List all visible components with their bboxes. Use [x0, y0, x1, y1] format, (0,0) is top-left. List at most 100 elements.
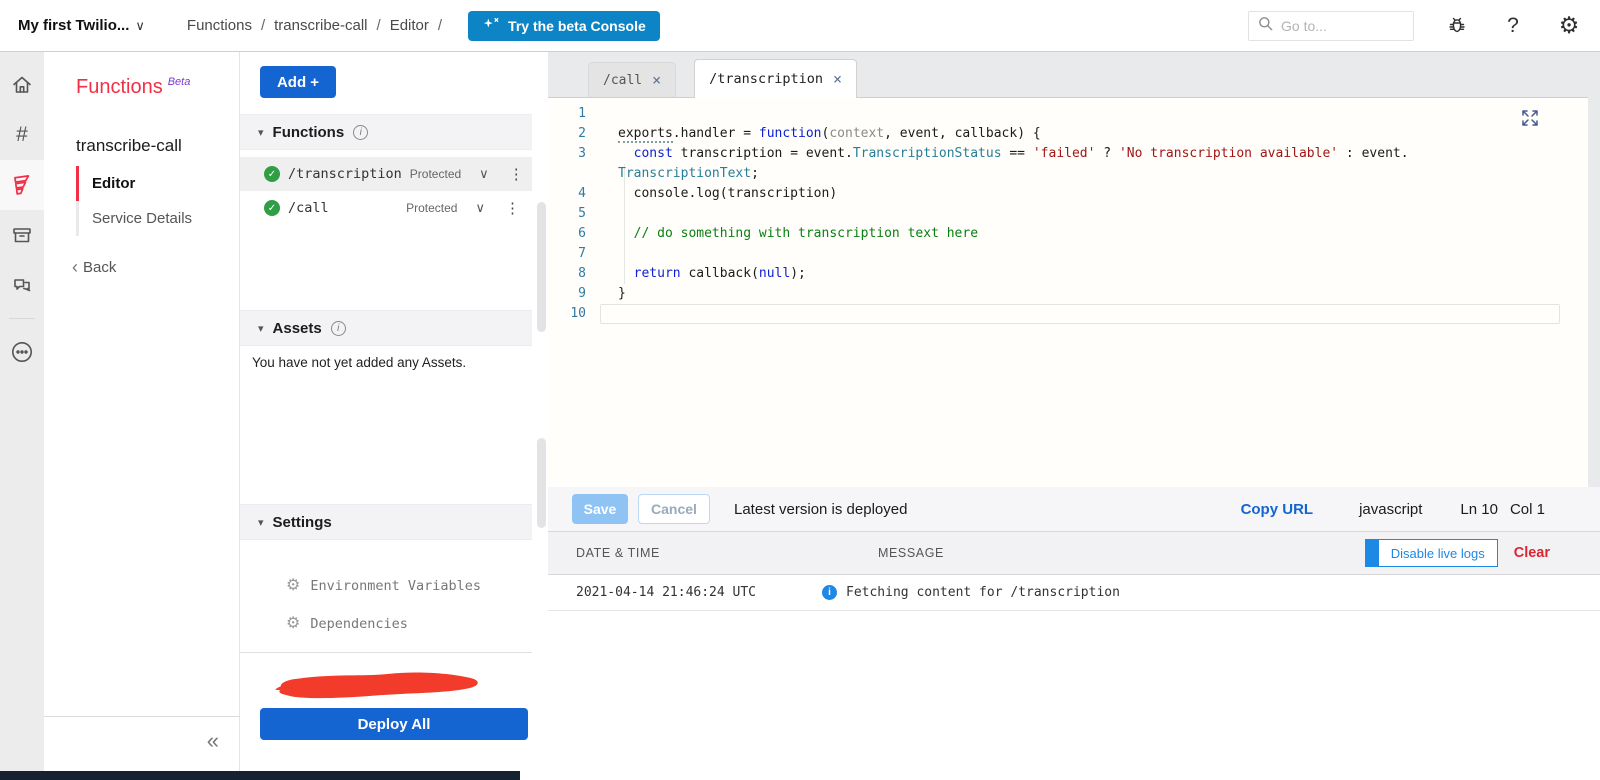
line-content[interactable]: // do something with transcription text … — [600, 224, 1560, 244]
phone-numbers-icon[interactable]: # — [0, 110, 44, 160]
conversations-icon[interactable] — [0, 260, 44, 310]
breadcrumb-item[interactable]: Editor — [390, 17, 429, 34]
home-icon[interactable] — [0, 60, 44, 110]
help-icon[interactable]: ? — [1500, 13, 1526, 39]
code-token: , event, callback) { — [884, 126, 1041, 141]
triangle-down-icon: ▾ — [258, 126, 264, 139]
chevron-down-icon[interactable]: ∨ — [479, 166, 489, 182]
add-button[interactable]: Add + — [260, 66, 336, 98]
code-token: ; — [751, 166, 759, 181]
settings-section-header[interactable]: ▾ Settings — [240, 504, 532, 540]
close-icon[interactable]: × — [833, 70, 842, 88]
breadcrumb-separator: / — [376, 17, 381, 34]
editor-tab[interactable]: /transcription × — [694, 59, 857, 98]
goto-search-input[interactable] — [1281, 17, 1391, 34]
editor-tab[interactable]: /call × — [588, 62, 677, 97]
copy-url-link[interactable]: Copy URL — [1241, 501, 1314, 518]
function-path: /call — [288, 200, 329, 216]
info-icon[interactable]: i — [330, 320, 346, 336]
line-number — [548, 164, 600, 184]
code-token: ? — [1095, 146, 1119, 161]
info-icon[interactable]: i — [353, 124, 369, 140]
deploy-all-button[interactable]: Deploy All — [260, 708, 528, 740]
editor-region: /call × /transcription × 1 2 exports.han… — [548, 52, 1600, 780]
top-bar: My first Twilio... ∨ Functions / transcrib… — [0, 0, 1600, 52]
code-token: // do something with transcription text … — [618, 226, 979, 241]
more-products-icon[interactable] — [0, 327, 44, 377]
breadcrumb-item[interactable]: transcribe-call — [274, 17, 367, 34]
triangle-down-icon: ▾ — [258, 516, 264, 529]
line-content[interactable] — [600, 204, 1560, 224]
protected-badge: Protected — [409, 167, 462, 181]
service-nav-item[interactable]: Editor — [76, 166, 226, 201]
chevron-down-icon[interactable]: ∨ — [475, 200, 485, 216]
breadcrumb-separator: / — [437, 17, 443, 34]
functions-side-panel: Functions Beta transcribe-call Editor Serv… — [44, 52, 240, 780]
try-beta-console-button[interactable]: Try the beta Console — [468, 10, 660, 41]
line-content[interactable]: return callback(null); — [600, 264, 1560, 284]
log-rows: 2021-04-14 21:46:24 UTC i Fetching conte… — [548, 575, 1600, 611]
function-row[interactable]: ✓ /call Protected ∨ ⋮ — [240, 191, 532, 225]
tab-label: /transcription — [709, 71, 823, 87]
cancel-button[interactable]: Cancel — [638, 494, 710, 524]
clear-logs-button[interactable]: Clear — [1514, 545, 1550, 561]
debugger-icon[interactable] — [1444, 13, 1470, 39]
goto-search[interactable] — [1248, 10, 1414, 41]
breadcrumb-item[interactable]: Functions — [187, 17, 252, 34]
functions-explorer-panel: Add + ▾ Functions i ✓ /transcription Pro… — [240, 52, 548, 780]
line-content[interactable]: exports.handler = function(context, even… — [600, 124, 1560, 144]
code-token: .handler = — [672, 126, 759, 141]
line-content[interactable]: const transcription = event.Transcriptio… — [600, 144, 1560, 164]
code-editor[interactable]: 1 2 exports.handler = function(context, … — [548, 97, 1588, 487]
service-nav-item[interactable]: Service Details — [76, 201, 226, 236]
line-content[interactable]: } — [600, 284, 1560, 304]
disable-live-logs-button[interactable]: Disable live logs — [1377, 539, 1498, 567]
info-icon: i — [822, 585, 837, 600]
line-content[interactable]: TranscriptionText; — [600, 164, 1560, 184]
code-token: context — [829, 126, 885, 141]
code-token: } — [618, 286, 626, 301]
assets-empty-text: You have not yet added any Assets. — [252, 355, 467, 370]
functions-section-header[interactable]: ▾ Functions i — [240, 114, 532, 150]
fullscreen-expand-icon[interactable] — [1520, 108, 1540, 133]
sparkle-icon — [482, 16, 500, 35]
code-token: TranscriptionStatus — [852, 146, 1002, 161]
back-chevron-icon: ‹ — [72, 257, 78, 277]
line-content[interactable] — [600, 304, 1560, 324]
back-link[interactable]: ‹ Back — [72, 258, 116, 276]
line-number: 8 — [578, 266, 586, 281]
settings-item[interactable]: ⚙ Environment Variables — [240, 570, 532, 602]
log-message: Fetching content for /transcription — [846, 585, 1120, 600]
log-row: 2021-04-14 21:46:24 UTC i Fetching conte… — [548, 575, 1600, 611]
code-line: 3 const transcription = event.Transcript… — [548, 144, 1588, 164]
account-switcher[interactable]: My first Twilio... ∨ — [18, 17, 145, 34]
collapse-panel-icon[interactable]: « — [207, 728, 219, 754]
line-number: 4 — [578, 186, 586, 201]
horizontal-scrollbar[interactable] — [0, 771, 520, 780]
kebab-menu-icon[interactable]: ⋮ — [509, 165, 524, 183]
save-button[interactable]: Save — [572, 494, 628, 524]
gear-icon: ⚙ — [286, 615, 301, 632]
line-content[interactable] — [600, 104, 1560, 124]
chevron-down-icon: ∨ — [135, 17, 145, 33]
settings-gear-icon[interactable]: ⚙ — [1556, 13, 1582, 39]
log-empty-area — [548, 611, 1600, 780]
gear-icon: ⚙ — [286, 577, 301, 594]
line-content[interactable] — [600, 244, 1560, 264]
assets-section-header[interactable]: ▾ Assets i — [240, 310, 532, 346]
rail-divider — [9, 318, 35, 319]
line-number: 6 — [578, 226, 586, 241]
line-content[interactable]: console.log(transcription) — [600, 184, 1560, 204]
code-token: ); — [790, 266, 806, 281]
kebab-menu-icon[interactable]: ⋮ — [505, 199, 520, 217]
code-token: 'No transcription available' — [1118, 146, 1339, 161]
close-icon[interactable]: × — [652, 71, 661, 89]
archive-icon[interactable] — [0, 210, 44, 260]
panel-scrollbar[interactable] — [537, 52, 546, 780]
function-row[interactable]: ✓ /transcription Protected ∨ ⋮ — [240, 157, 532, 191]
functions-icon[interactable] — [0, 160, 44, 210]
code-area[interactable]: 1 2 exports.handler = function(context, … — [548, 104, 1588, 324]
settings-item[interactable]: ⚙ Dependencies — [240, 608, 532, 640]
